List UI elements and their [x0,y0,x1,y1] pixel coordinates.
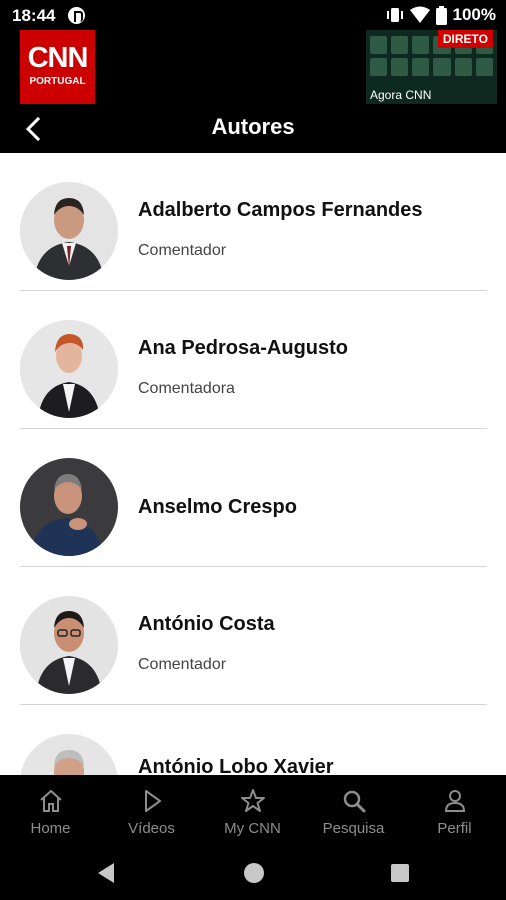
app-notification-icon [68,7,85,24]
author-avatar [20,734,118,775]
author-role: Comentadora [138,380,235,397]
authors-list[interactable]: Adalberto Campos Fernandes Comentador An… [0,153,506,775]
author-row[interactable]: António Lobo Xavier [20,705,487,775]
star-icon [241,789,265,812]
live-caption: Agora CNN [370,88,432,102]
nav-item-profile[interactable]: Perfil [404,775,505,850]
author-name: Ana Pedrosa-Augusto [138,337,349,359]
page-title: Autores [211,114,295,139]
author-row[interactable]: Ana Pedrosa-Augusto Comentadora [20,291,487,429]
author-avatar [20,182,118,280]
author-avatar [20,320,118,418]
play-icon [145,790,161,812]
vibrate-icon [386,8,403,22]
live-badge: DIRETO [437,30,493,48]
cnn-portugal-logo[interactable]: CNN PORTUGAL [20,30,95,104]
system-navigation-bar [0,850,506,900]
author-name: Anselmo Crespo [138,496,297,518]
nav-item-my-cnn[interactable]: My CNN [202,775,303,850]
author-row[interactable]: Anselmo Crespo [20,429,487,567]
search-icon [343,790,366,813]
nav-label: Vídeos [128,820,175,837]
author-role: Comentador [138,656,227,673]
nav-label: My CNN [224,820,281,837]
system-recents-icon[interactable] [390,863,410,883]
nav-label: Home [30,820,71,837]
nav-item-home[interactable]: Home [0,775,101,850]
status-icons: 100% [386,5,496,25]
nav-label: Pesquisa [322,820,385,837]
battery-level: 100% [452,5,496,24]
system-back-icon[interactable] [96,862,116,884]
author-name: António Costa [138,613,275,635]
battery-icon [435,5,447,25]
author-avatar [20,596,118,694]
wifi-icon [409,6,430,23]
logo-subtext: PORTUGAL [29,76,86,87]
bottom-navigation: Home Vídeos My CNN Pesquisa Perfil [0,775,506,850]
nav-item-search[interactable]: Pesquisa [303,775,404,850]
author-name: António Lobo Xavier [138,756,334,775]
author-row[interactable]: Adalberto Campos Fernandes Comentador [20,153,487,291]
author-role: Comentador [138,242,227,259]
logo-text: CNN [27,42,89,74]
home-icon [40,789,62,812]
person-icon [444,790,466,812]
author-avatar [20,458,118,556]
system-home-icon[interactable] [242,861,266,885]
nav-item-videos[interactable]: Vídeos [101,775,202,850]
nav-label: Perfil [437,820,472,837]
live-stream-thumbnail[interactable]: DIRETO Agora CNN [366,30,497,104]
status-time: 18:44 [12,6,56,25]
app-header: CNN PORTUGAL DIRETO Agora CNN Autores [0,30,506,153]
author-name: Adalberto Campos Fernandes [138,199,423,221]
status-bar: 18:44 100% [0,0,506,30]
author-row[interactable]: António Costa Comentador [20,567,487,705]
